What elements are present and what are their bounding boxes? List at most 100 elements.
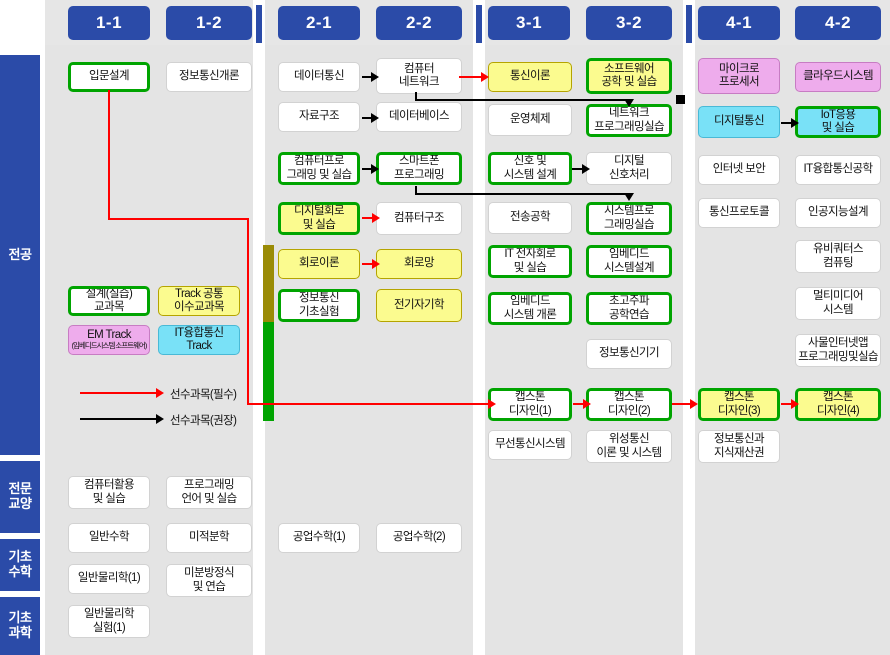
course-box-c32_3[interactable]: 디지털 신호처리 <box>586 152 672 185</box>
course-box-c42_3[interactable]: IT융합통신공학 <box>795 155 881 185</box>
course-box-c31_5[interactable]: IT 전자회로 및 실습 <box>488 245 572 278</box>
course-box-c42_2[interactable]: IoT응용 및 실습 <box>795 106 881 138</box>
course-box-c32_7[interactable]: 정보통신기기 <box>586 339 672 369</box>
legend-recommended-arrowhead <box>156 414 164 424</box>
course-box-c22_2[interactable]: 데이터베이스 <box>376 102 462 132</box>
course-box-c31_7[interactable]: 캡스톤 디자인(1) <box>488 388 572 421</box>
course-box-c31_4[interactable]: 전송공학 <box>488 202 572 234</box>
red-path-seg-h1 <box>108 218 249 220</box>
red-path-seg-v1 <box>108 90 110 218</box>
course-box-c42_6[interactable]: 멀티미디어 시스템 <box>795 287 881 320</box>
black-arrow-datacomm-to-net <box>371 72 379 82</box>
course-box-c21_2[interactable]: 자료구조 <box>278 102 360 132</box>
course-box-c41_2[interactable]: 디지털통신 <box>698 106 780 138</box>
course-box-c21_4[interactable]: 디지털회로 및 실습 <box>278 202 360 235</box>
black-arrow-to-sysprog <box>624 193 634 201</box>
course-box-c21_5[interactable]: 회로이론 <box>278 249 360 279</box>
course-box-c22_6[interactable]: 전기자기학 <box>376 289 462 322</box>
semester-header-3-1[interactable]: 3-1 <box>488 6 570 40</box>
legend-required-line <box>80 392 158 394</box>
black-marker-square <box>676 95 685 104</box>
course-box-c32_4[interactable]: 시스템프로 그래밍실습 <box>586 202 672 235</box>
sidebar-item-0[interactable]: 전공 <box>0 55 40 455</box>
red-arrow-line-net-to-tongsin <box>459 76 483 78</box>
sidebar-item-3[interactable]: 기초 과학 <box>0 597 40 655</box>
course-box-c42_5[interactable]: 유비쿼터스 컴퓨팅 <box>795 240 881 273</box>
black-path-net-h <box>415 99 629 101</box>
course-box-c22_4[interactable]: 컴퓨터구조 <box>376 202 462 235</box>
course-box-c42_8[interactable]: 캡스톤 디자인(4) <box>795 388 881 421</box>
legend-design-course: 설계(실습) 교과목 <box>68 286 150 316</box>
course-box-g_2[interactable]: 프로그래밍 언어 및 실습 <box>166 476 252 509</box>
legend-em-track: EM Track (임베디드시스템 소프트웨어) <box>68 325 150 355</box>
course-box-c22_5[interactable]: 회로망 <box>376 249 462 279</box>
semester-header-1-2[interactable]: 1-2 <box>166 6 252 40</box>
course-box-c32_5[interactable]: 임베디드 시스템설계 <box>586 245 672 278</box>
legend-recommended-line <box>80 418 158 420</box>
course-box-g_1[interactable]: 컴퓨터활용 및 실습 <box>68 476 150 509</box>
course-box-c41_5[interactable]: 캡스톤 디자인(3) <box>698 388 780 421</box>
course-box-c32_1[interactable]: 소프트웨어 공학 및 실습 <box>586 58 672 94</box>
legend-required-arrowhead <box>156 388 164 398</box>
course-box-c31_1[interactable]: 통신이론 <box>488 62 572 92</box>
curriculum-roadmap: 전공전문 교양기초 수학기초 과학 1-1 1-2 2-1 2-2 3-1 3-2 4-1 4… <box>0 0 890 655</box>
red-arrow-to-capstone1 <box>488 399 496 409</box>
black-path-smart-h <box>415 193 629 195</box>
red-arrow-net-to-tongsin <box>481 72 489 82</box>
black-arrow-ds-to-db <box>371 113 379 123</box>
black-arrow-cprog-to-smart <box>371 164 379 174</box>
course-box-g_4[interactable]: 미적분학 <box>166 523 252 553</box>
course-box-c42_1[interactable]: 클라우드시스템 <box>795 62 881 92</box>
sidebar-item-2[interactable]: 기초 수학 <box>0 539 40 591</box>
course-box-g_9[interactable]: 공업수학(2) <box>376 523 462 553</box>
course-box-c11_1[interactable]: 입문설계 <box>68 62 150 92</box>
legend-it-track: IT융합통신 Track <box>158 325 240 355</box>
course-box-c31_8[interactable]: 무선통신시스템 <box>488 430 572 460</box>
course-box-c41_6[interactable]: 정보통신과 지식재산권 <box>698 430 780 463</box>
red-path-seg-h2 <box>247 403 490 405</box>
course-box-c42_7[interactable]: 사물인터넷앱 프로그래밍및실습 <box>795 334 881 367</box>
course-box-c42_4[interactable]: 인공지능설계 <box>795 198 881 228</box>
year-panel-2-inner <box>265 45 473 655</box>
course-box-c31_6[interactable]: 임베디드 시스템 개론 <box>488 292 572 325</box>
black-arrow-to-netprog <box>624 99 634 107</box>
red-arrow-circuit-to-network <box>372 259 380 269</box>
course-box-c22_1[interactable]: 컴퓨터 네트워크 <box>376 58 462 94</box>
legend-recommended-label: 선수과목(권장) <box>170 415 237 427</box>
sidebar-item-1[interactable]: 전문 교양 <box>0 461 40 533</box>
course-box-c31_2[interactable]: 운영체제 <box>488 104 572 136</box>
course-box-g_7[interactable]: 일반물리학 실험(1) <box>68 605 150 638</box>
semester-header-2-1[interactable]: 2-1 <box>278 6 360 40</box>
course-box-c12_1[interactable]: 정보통신개론 <box>166 62 252 92</box>
semester-header-1-1[interactable]: 1-1 <box>68 6 150 40</box>
year-separator-2-3 <box>476 5 482 43</box>
course-box-c41_4[interactable]: 통신프로토콜 <box>698 198 780 228</box>
course-box-c21_3[interactable]: 컴퓨터프로 그래밍 및 실습 <box>278 152 360 185</box>
semester-header-3-2[interactable]: 3-2 <box>586 6 672 40</box>
course-box-c41_3[interactable]: 인터넷 보안 <box>698 155 780 185</box>
course-box-c32_8[interactable]: 캡스톤 디자인(2) <box>586 388 672 421</box>
course-box-c21_1[interactable]: 데이터통신 <box>278 62 360 92</box>
course-box-g_8[interactable]: 공업수학(1) <box>278 523 360 553</box>
course-box-c31_3[interactable]: 신호 및 시스템 설계 <box>488 152 572 185</box>
black-arrow-digicomm-to-iot <box>791 118 799 128</box>
semester-header-4-1[interactable]: 4-1 <box>698 6 780 40</box>
course-box-c22_3[interactable]: 스마트폰 프로그래밍 <box>376 152 462 185</box>
course-box-g_5[interactable]: 일반물리학(1) <box>68 564 150 594</box>
semester-header-2-2[interactable]: 2-2 <box>376 6 462 40</box>
course-box-c32_9[interactable]: 위성통신 이론 및 시스템 <box>586 430 672 463</box>
year-separator-3-4 <box>686 5 692 43</box>
legend-em-track-subtitle: (임베디드시스템 소프트웨어) <box>71 341 148 351</box>
course-box-c32_2[interactable]: 네트워크 프로그래밍실습 <box>586 104 672 137</box>
course-box-g_3[interactable]: 일반수학 <box>68 523 150 553</box>
red-arrow-capstone2-3 <box>690 399 698 409</box>
red-arrow-capstone1-2 <box>583 399 591 409</box>
legend-required-label: 선수과목(필수) <box>170 389 237 401</box>
red-arrow-digital-to-archi <box>372 213 380 223</box>
track-bar-green <box>263 322 274 421</box>
course-box-c32_6[interactable]: 초고주파 공학연습 <box>586 292 672 325</box>
course-box-g_6[interactable]: 미분방정식 및 연습 <box>166 564 252 597</box>
course-box-c21_6[interactable]: 정보통신 기초실험 <box>278 289 360 322</box>
course-box-c41_1[interactable]: 마이크로 프로세서 <box>698 58 780 94</box>
semester-header-4-2[interactable]: 4-2 <box>795 6 881 40</box>
